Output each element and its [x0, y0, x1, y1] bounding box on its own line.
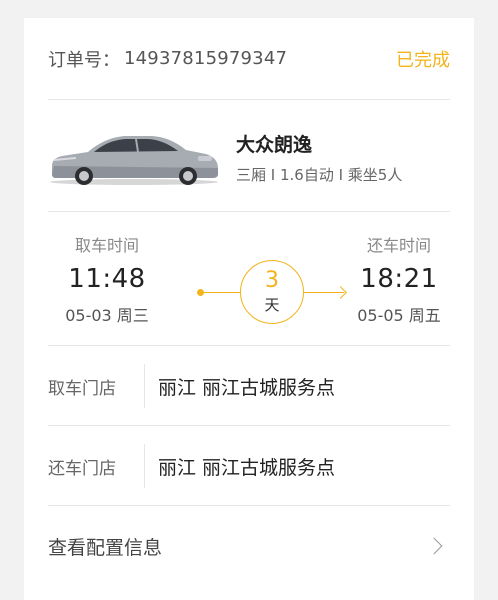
pickup-time-label: 取车时间	[74, 236, 139, 255]
return-store-divider	[144, 444, 145, 488]
car-image	[50, 136, 218, 185]
order-number-group: 订单号： 14937815979347	[48, 46, 287, 72]
view-config-label: 查看配置信息	[48, 536, 163, 559]
return-store-label: 还车门店	[48, 459, 116, 479]
pickup-time-block: 取车时间 11:48 05-03 周三	[52, 232, 162, 326]
return-date: 05-05 周五	[357, 306, 441, 325]
order-number: 14937815979347	[124, 48, 288, 69]
pickup-date: 05-03 周三	[65, 306, 149, 325]
chevron-right-icon	[425, 537, 443, 555]
pickup-store-name: 丽江 丽江古城服务点	[158, 377, 336, 399]
pickup-store-row: 取车门店 丽江 丽江古城服务点	[48, 346, 450, 426]
timeline-line-left	[200, 292, 240, 293]
order-header: 订单号： 14937815979347 已完成	[48, 18, 450, 100]
view-config-row[interactable]: 查看配置信息	[48, 506, 450, 586]
rental-days-count: 3	[265, 268, 279, 293]
return-time-label: 还车时间	[366, 236, 431, 255]
rental-days-unit: 天	[264, 296, 280, 314]
return-store-name: 丽江 丽江古城服务点	[158, 457, 336, 479]
car-model-name: 大众朗逸	[236, 134, 313, 156]
return-time-block: 还车时间 18:21 05-05 周五	[344, 232, 454, 326]
pickup-store-divider	[144, 364, 145, 408]
order-number-label: 订单号：	[48, 49, 120, 71]
return-store-row: 还车门店 丽江 丽江古城服务点	[48, 426, 450, 506]
rental-days-badge: 3 天	[240, 260, 304, 324]
order-status-badge: 已完成	[396, 49, 450, 71]
car-spec-text: 三厢 I 1.6自动 I 乘坐5人	[236, 166, 403, 184]
order-card: 订单号： 14937815979347 已完成 大众朗逸 三厢 I 1.6自动 …	[24, 18, 474, 600]
return-time: 18:21	[360, 264, 438, 294]
car-info: 大众朗逸 三厢 I 1.6自动 I 乘坐5人	[48, 100, 450, 212]
pickup-store-label: 取车门店	[48, 379, 116, 399]
pickup-time: 11:48	[68, 264, 146, 294]
rental-time-section: 取车时间 11:48 05-03 周三 3 天 还车时间 18:21 05-05…	[48, 212, 450, 346]
